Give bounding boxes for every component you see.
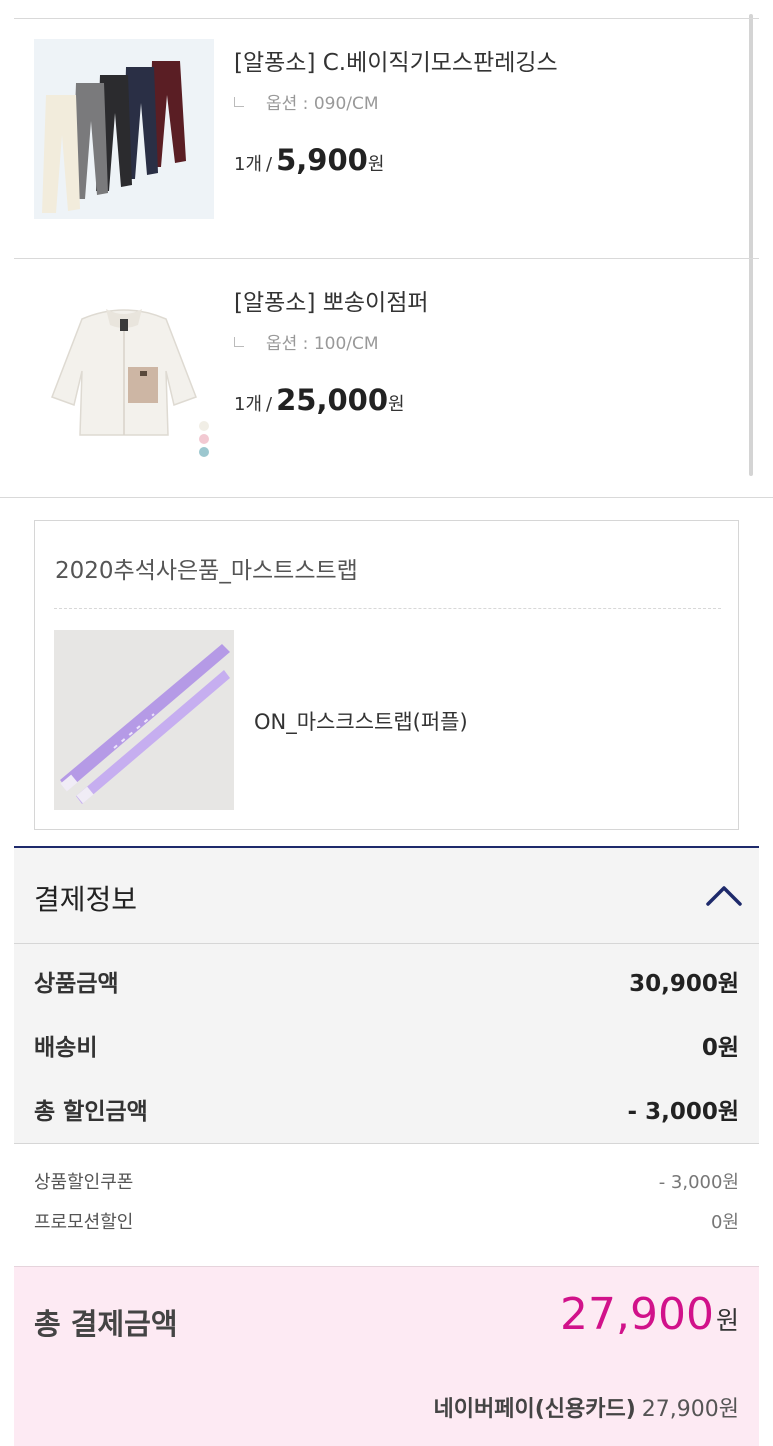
corner-bracket-icon <box>234 337 244 347</box>
separator-slash: / <box>266 154 273 175</box>
detail-row-promotion: 프로모션할인 0원 <box>34 1208 739 1234</box>
product-price: 5,900 <box>276 143 368 177</box>
gift-section: 2020추석사은품_마스트스트랩 ON_마스크스트랩(퍼플) <box>34 520 739 830</box>
gift-thumbnail <box>54 630 234 810</box>
product-option-text: 옵션 : 100/CM <box>266 334 379 354</box>
total-payment-amount: 27,900원 <box>560 1289 739 1340</box>
summary-value: 0원 <box>701 1035 739 1061</box>
total-payment-panel: 총 결제금액 27,900원 네이버페이(신용카드) 27,900원 <box>14 1266 759 1446</box>
leggings-image <box>34 39 214 219</box>
order-item: [알퐁소] C.베이직기모스판레깅스 옵션 : 090/CM 1개/5,900원 <box>14 18 759 259</box>
payment-method-name: 네이버페이(신용카드) <box>433 1397 636 1422</box>
currency-unit: 원 <box>388 394 405 415</box>
detail-label: 프로모션할인 <box>34 1212 134 1233</box>
payment-method: 네이버페이(신용카드) 27,900원 <box>434 1391 740 1423</box>
order-item: [알퐁소] 뽀송이점퍼 옵션 : 100/CM 1개/25,000원 <box>14 258 759 498</box>
mask-strap-image <box>54 630 234 810</box>
gift-item-name: ON_마스크스트랩(퍼플) <box>254 710 468 734</box>
summary-value: 30,900원 <box>629 971 739 997</box>
payment-summary: 상품금액 30,900원 배송비 0원 총 할인금액 - 3,000원 <box>14 944 759 1144</box>
product-price: 25,000 <box>276 383 389 417</box>
summary-row-product-amount: 상품금액 30,900원 <box>34 964 739 998</box>
divider <box>54 608 721 609</box>
summary-label: 총 할인금액 <box>34 1099 148 1125</box>
chevron-up-icon <box>706 886 742 906</box>
total-amount-value: 27,900 <box>560 1289 714 1340</box>
summary-row-total-discount: 총 할인금액 - 3,000원 <box>34 1092 739 1126</box>
gift-title: 2020추석사은품_마스트스트랩 <box>55 558 358 584</box>
collapse-toggle-button[interactable] <box>704 876 744 912</box>
currency-unit: 원 <box>715 1306 739 1335</box>
detail-row-coupon: 상품할인쿠폰 - 3,000원 <box>34 1168 739 1194</box>
total-payment-label: 총 결제금액 <box>34 1307 178 1341</box>
discount-details: 상품할인쿠폰 - 3,000원 프로모션할인 0원 <box>14 1144 759 1264</box>
detail-label: 상품할인쿠폰 <box>34 1172 134 1193</box>
product-option: 옵션 : 090/CM <box>234 89 379 114</box>
payment-info-header[interactable]: 결제정보 <box>14 848 759 944</box>
order-items-list: [알퐁소] C.베이직기모스판레깅스 옵션 : 090/CM 1개/5,900원… <box>0 0 773 498</box>
detail-value: - 3,000원 <box>658 1172 739 1193</box>
product-price-line: 1개/5,900원 <box>234 143 384 177</box>
product-option-text: 옵션 : 090/CM <box>266 94 379 114</box>
summary-row-shipping: 배송비 0원 <box>34 1028 739 1062</box>
product-quantity: 1개 <box>234 394 263 415</box>
fleece-jacket-image <box>34 279 214 459</box>
product-price-line: 1개/25,000원 <box>234 383 405 417</box>
separator-slash: / <box>266 394 273 415</box>
product-thumbnail[interactable] <box>34 279 214 459</box>
corner-bracket-icon <box>234 97 244 107</box>
product-quantity: 1개 <box>234 154 263 175</box>
summary-label: 배송비 <box>34 1035 98 1061</box>
summary-value: - 3,000원 <box>627 1099 739 1125</box>
summary-label: 상품금액 <box>34 971 119 997</box>
payment-method-amount: 27,900원 <box>641 1397 739 1422</box>
product-name[interactable]: [알퐁소] C.베이직기모스판레깅스 <box>234 43 558 77</box>
payment-info-section: 결제정보 상품금액 30,900원 배송비 0원 총 할인금액 - 3,000원… <box>14 846 759 1446</box>
currency-unit: 원 <box>367 154 385 175</box>
detail-value: 0원 <box>710 1212 739 1233</box>
payment-info-title: 결제정보 <box>34 883 138 916</box>
product-thumbnail[interactable] <box>34 39 214 219</box>
product-name[interactable]: [알퐁소] 뽀송이점퍼 <box>234 283 429 317</box>
product-option: 옵션 : 100/CM <box>234 329 379 354</box>
